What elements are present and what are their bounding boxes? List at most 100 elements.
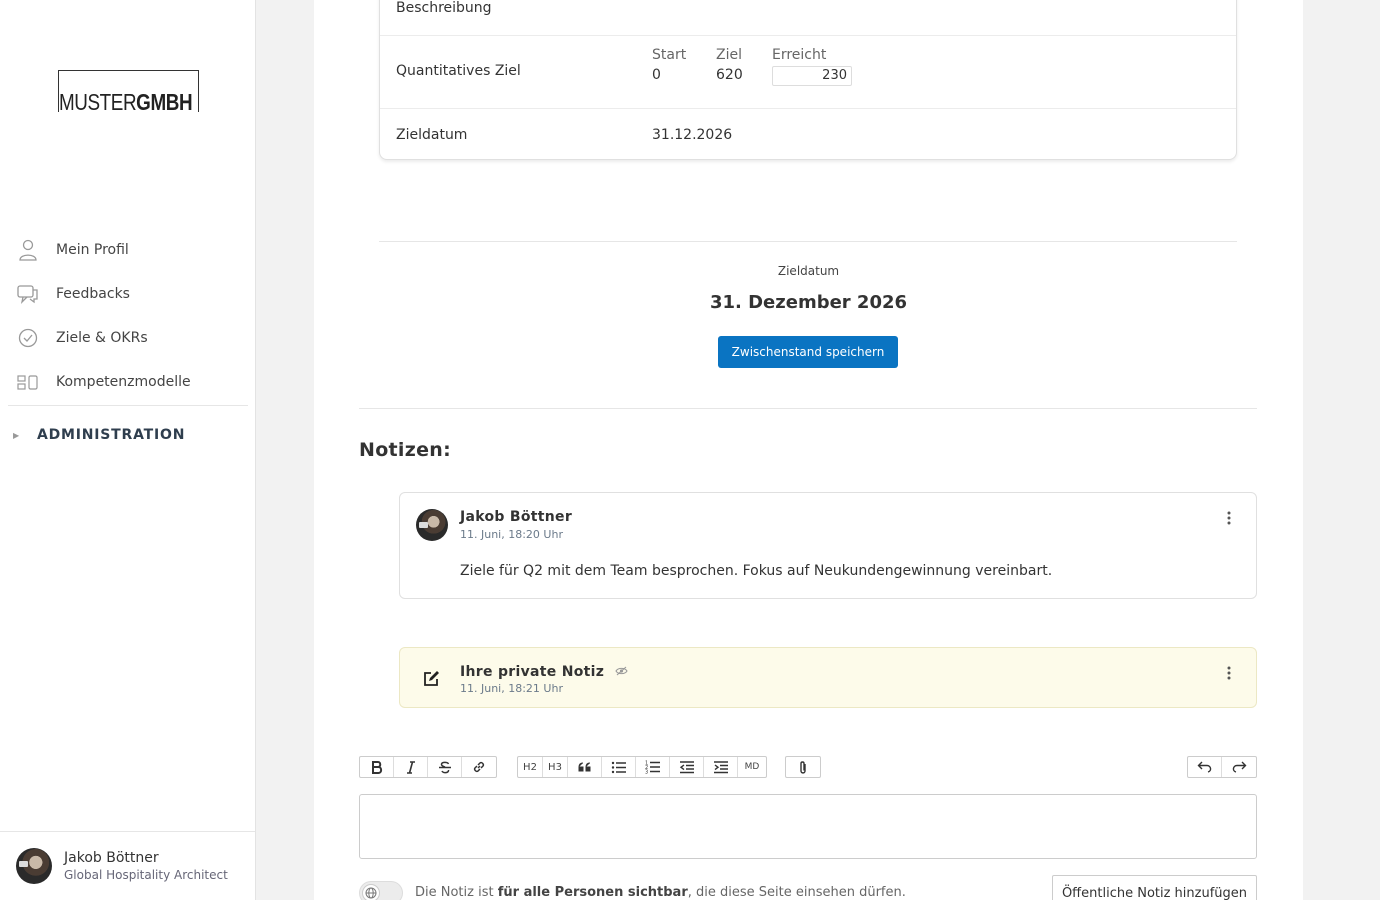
bold-button[interactable] xyxy=(360,757,394,777)
editor-toolbar: H2 H3 123 MD xyxy=(359,756,1257,778)
bullet-list-button[interactable] xyxy=(602,757,636,777)
numbered-list-icon: 123 xyxy=(645,761,660,775)
private-note-card: Ihre private Notiz 11. Juni, 18:21 Uhr xyxy=(399,647,1257,708)
reached-label: Erreicht xyxy=(772,47,827,63)
note-author: Ihre private Notiz xyxy=(460,664,629,680)
target-date-label: Zieldatum xyxy=(777,264,840,278)
outdent-button[interactable] xyxy=(670,757,704,777)
sidebar-item-label: Ziele & OKRs xyxy=(56,330,148,346)
note-editor[interactable] xyxy=(359,794,1257,859)
description-label: Beschreibung xyxy=(396,0,492,16)
reached-input[interactable]: 230 xyxy=(772,66,852,86)
italic-icon xyxy=(406,760,415,774)
more-options-icon[interactable] xyxy=(1220,666,1238,684)
attach-group xyxy=(785,756,821,778)
check-circle-icon xyxy=(17,327,39,349)
note-author: Jakob Böttner xyxy=(460,509,573,525)
notes-title: Notizen: xyxy=(359,439,452,461)
more-options-icon[interactable] xyxy=(1220,511,1238,529)
sidebar-item-label: Mein Profil xyxy=(56,242,129,258)
admin-label: ADMINISTRATION xyxy=(36,427,186,443)
user-name: Jakob Böttner xyxy=(64,850,159,866)
save-progress-button[interactable]: Zwischenstand speichern xyxy=(718,336,898,368)
start-value: 0 xyxy=(652,67,661,83)
due-date-label: Zieldatum xyxy=(396,127,468,143)
start-label: Start xyxy=(652,47,687,63)
due-date-value: 31.12.2026 xyxy=(652,127,733,143)
undo-button[interactable] xyxy=(1188,757,1222,777)
link-button[interactable] xyxy=(462,757,496,777)
block-group: H2 H3 123 MD xyxy=(517,756,767,778)
private-note-title: Ihre private Notiz xyxy=(460,664,605,680)
sidebar-item-administration[interactable]: ▶ ADMINISTRATION xyxy=(8,406,248,464)
bold-icon xyxy=(371,760,382,774)
bullet-list-icon xyxy=(611,761,626,773)
visibility-description: Die Notiz ist für alle Personen sichtbar… xyxy=(415,885,906,900)
target-date-value: 31. Dezember 2026 xyxy=(709,292,908,313)
visibility-toggle[interactable] xyxy=(359,881,403,900)
attachment-button[interactable] xyxy=(786,757,820,777)
sidebar-nav: Mein Profil Feedbacks Ziele & OKRs Kompe… xyxy=(8,228,248,464)
sidebar-item-feedbacks[interactable]: Feedbacks xyxy=(8,272,248,316)
redo-icon xyxy=(1232,761,1247,773)
outdent-icon xyxy=(679,760,694,773)
note-timestamp: 11. Juni, 18:21 Uhr xyxy=(460,682,563,695)
logo-bold-text: GMBH xyxy=(136,89,193,115)
markdown-button[interactable]: MD xyxy=(738,757,766,777)
quantitative-goal-row: Quantitatives Ziel Start 0 Ziel 620 Erre… xyxy=(380,36,1236,109)
quant-goal-label: Quantitatives Ziel xyxy=(396,63,521,79)
sidebar-item-mein-profil[interactable]: Mein Profil xyxy=(8,228,248,272)
edit-icon xyxy=(422,670,440,688)
svg-text:3: 3 xyxy=(645,770,648,775)
redo-button[interactable] xyxy=(1222,757,1256,777)
format-group xyxy=(359,756,497,778)
numbered-list-button[interactable]: 123 xyxy=(636,757,670,777)
add-public-note-button[interactable]: Öffentliche Notiz hinzufügen xyxy=(1052,875,1257,900)
heading3-button[interactable]: H3 xyxy=(543,757,568,777)
sidebar-item-label: Feedbacks xyxy=(56,286,130,302)
quote-button[interactable] xyxy=(568,757,602,777)
target-metric: Ziel 620 xyxy=(716,45,743,85)
company-logo[interactable]: MUSTERGMBH xyxy=(58,70,199,115)
link-icon xyxy=(473,761,485,773)
description-row: Beschreibung xyxy=(380,0,1236,36)
grid-icon xyxy=(17,371,39,393)
sidebar-item-kompetenzmodelle[interactable]: Kompetenzmodelle xyxy=(8,360,248,404)
user-role: Global Hospitality Architect xyxy=(64,868,228,882)
target-label: Ziel xyxy=(716,47,742,63)
note-card: Jakob Böttner 11. Juni, 18:20 Uhr Ziele … xyxy=(399,492,1257,599)
history-group xyxy=(1187,756,1257,778)
undo-icon xyxy=(1197,761,1211,773)
heading2-button[interactable]: H2 xyxy=(518,757,543,777)
visibility-suffix: , die diese Seite einsehen dürfen. xyxy=(687,885,906,900)
strikethrough-icon xyxy=(438,761,451,773)
globe-icon xyxy=(362,884,380,900)
section-divider xyxy=(379,241,1237,242)
sidebar-item-ziele-okrs[interactable]: Ziele & OKRs xyxy=(8,316,248,360)
eye-off-icon xyxy=(615,664,629,680)
user-profile-footer[interactable]: Jakob Böttner Global Hospitality Archite… xyxy=(0,831,255,900)
sidebar-item-label: Kompetenzmodelle xyxy=(56,374,191,390)
visibility-emphasis: für alle Personen sichtbar xyxy=(497,885,688,900)
note-text: Ziele für Q2 mit dem Team besprochen. Fo… xyxy=(460,563,1053,579)
target-value: 620 xyxy=(716,67,743,83)
indent-button[interactable] xyxy=(704,757,738,777)
due-date-row: Zieldatum 31.12.2026 xyxy=(380,109,1236,160)
reached-metric: Erreicht 230 xyxy=(772,45,852,86)
main-content: Beschreibung Quantitatives Ziel Start 0 … xyxy=(314,0,1303,900)
avatar xyxy=(16,848,52,884)
strikethrough-button[interactable] xyxy=(428,757,462,777)
quote-icon xyxy=(578,762,590,772)
note-timestamp: 11. Juni, 18:20 Uhr xyxy=(460,528,563,541)
section-divider xyxy=(359,408,1257,409)
italic-button[interactable] xyxy=(394,757,428,777)
indent-icon xyxy=(713,760,728,773)
goal-details-card: Beschreibung Quantitatives Ziel Start 0 … xyxy=(379,0,1237,160)
start-metric: Start 0 xyxy=(652,45,686,85)
user-icon xyxy=(17,239,39,261)
avatar xyxy=(416,509,448,541)
paperclip-icon xyxy=(800,760,806,774)
logo-light-text: MUSTER xyxy=(59,89,137,115)
visibility-prefix: Die Notiz ist xyxy=(415,885,498,900)
caret-right-icon: ▶ xyxy=(13,430,20,440)
